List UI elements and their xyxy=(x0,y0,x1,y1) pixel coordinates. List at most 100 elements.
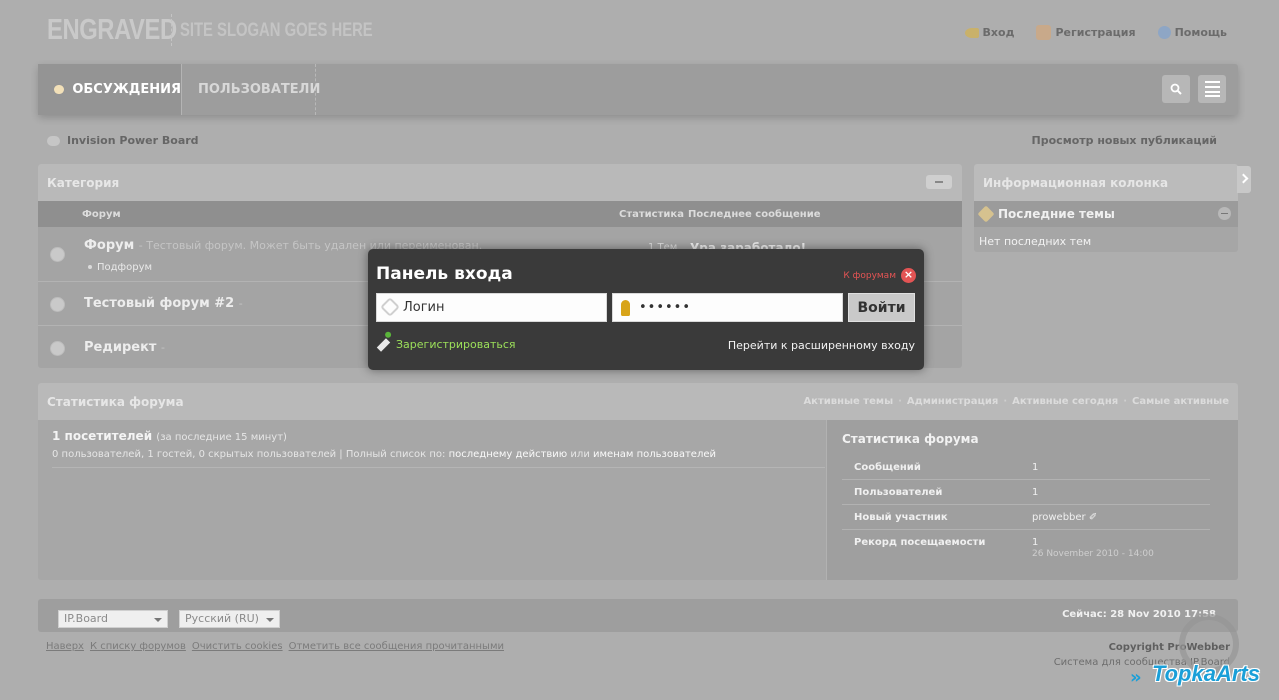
top-links: Вход Регистрация Помощь xyxy=(964,25,1227,40)
forum-name: Редирект xyxy=(84,340,157,355)
forum-link[interactable]: Редирект - xyxy=(84,340,165,355)
online-users-title: 1 посетителей (за последние 15 минут) xyxy=(52,429,287,443)
breadcrumb: Invision Power Board xyxy=(47,134,199,147)
stat-row: Сообщений 1 xyxy=(842,455,1210,480)
category-header: Категория xyxy=(38,164,962,201)
skin-select[interactable]: IP.Board xyxy=(58,610,168,628)
sidebar-block: Информационная колонка Последние темы Не… xyxy=(974,164,1238,252)
help-icon xyxy=(1157,26,1171,39)
language-select[interactable]: Русский (RU) xyxy=(179,610,280,628)
back-to-forums-label: К форумам xyxy=(843,270,896,281)
register-link[interactable]: Зарегистрироваться xyxy=(376,337,516,352)
password-value: •••••• xyxy=(639,300,692,315)
back-to-forums-link[interactable]: К форумам × xyxy=(843,268,916,283)
forum-description: - xyxy=(160,341,165,354)
separator: · xyxy=(1123,396,1128,407)
forum-status-icon xyxy=(50,297,65,312)
forum-description: - xyxy=(238,297,243,310)
site-slogan: SITE SLOGAN GOES HERE xyxy=(180,20,373,41)
back-to-top-link[interactable]: Наверх xyxy=(46,641,84,652)
close-icon[interactable]: × xyxy=(901,268,916,283)
menu-icon xyxy=(1204,81,1220,97)
help-link[interactable]: Помощь xyxy=(1157,25,1227,40)
password-field[interactable]: •••••• xyxy=(612,293,843,322)
stat-row: Новый участник prowebber ✐ xyxy=(842,505,1210,530)
active-topics-link[interactable]: Активные темы xyxy=(803,396,893,407)
stat-value: 1 xyxy=(1032,487,1039,498)
site-logo[interactable]: ENGRAVED xyxy=(47,14,177,47)
menu-button[interactable] xyxy=(1198,75,1226,103)
login-title: Панель входа xyxy=(376,264,513,284)
stat-date: 26 November 2010 - 14:00 xyxy=(1032,549,1154,559)
separator: · xyxy=(1003,396,1008,407)
register-top-link[interactable]: Регистрация xyxy=(1036,25,1136,40)
stat-label: Сообщений xyxy=(854,462,921,473)
forum-link[interactable]: Тестовый форум #2 - xyxy=(84,296,243,311)
stats-links: Активные темы · Администрация · Активные… xyxy=(803,396,1229,407)
slogan-divider xyxy=(171,14,172,46)
tab-discussions-label: ОБСУЖДЕНИЯ xyxy=(72,82,181,97)
mark-all-read-link[interactable]: Отметить все сообщения прочитанными xyxy=(289,641,504,652)
new-posts-link[interactable]: Просмотр новых публикаций xyxy=(1032,134,1217,147)
forum-name: Тестовый форум #2 xyxy=(84,296,235,311)
forum-stats-panel: Статистика форума Сообщений 1 Пользовате… xyxy=(826,420,1238,580)
recent-topics-header: Последние темы xyxy=(974,201,1238,227)
help-label: Помощь xyxy=(1174,26,1227,39)
search-button[interactable] xyxy=(1162,75,1190,103)
collapse-recent-button[interactable] xyxy=(1218,207,1231,220)
stat-label: Пользователей xyxy=(854,487,943,498)
key-icon xyxy=(964,27,979,38)
category-title[interactable]: Категория xyxy=(47,176,119,190)
tag-icon xyxy=(380,297,400,317)
breadcrumb-home[interactable]: Invision Power Board xyxy=(67,134,199,147)
stat-value: 1 xyxy=(1032,462,1039,473)
online-count: 1 посетителей xyxy=(52,429,153,443)
forum-status-icon xyxy=(50,247,65,262)
stat-label: Новый участник xyxy=(854,512,948,523)
stat-value: 1 xyxy=(1032,537,1039,548)
divider xyxy=(52,467,825,468)
online-breakdown: 0 пользователей, 1 гостей, 0 скрытых пол… xyxy=(52,449,446,460)
tab-discussions[interactable]: ОБСУЖДЕНИЯ xyxy=(38,64,182,115)
watermark-logo: TopkaArts xyxy=(1152,661,1260,686)
sidebar-toggle-button[interactable] xyxy=(1237,166,1251,193)
sort-by-name-link[interactable]: именам пользователей xyxy=(593,449,716,460)
forum-status-icon xyxy=(50,341,65,356)
login-panel: Панель входа К форумам × Логин •••••• Во… xyxy=(368,249,924,370)
username-field[interactable]: Логин xyxy=(376,293,607,322)
clipboard-icon xyxy=(1036,25,1052,40)
tab-members[interactable]: ПОЛЬЗОВАТЕЛИ xyxy=(182,64,320,115)
forum-index-link[interactable]: К списку форумов xyxy=(90,641,186,652)
register-label: Зарегистрироваться xyxy=(396,338,516,351)
stats-title: Статистика форума xyxy=(47,394,184,409)
footer-bar: IP.Board Русский (RU) Сейчас: 28 Nov 201… xyxy=(38,599,1238,632)
key-icon xyxy=(621,300,630,316)
newest-member-link[interactable]: prowebber ✐ xyxy=(1032,512,1097,523)
most-active-link[interactable]: Самые активные xyxy=(1132,396,1229,407)
active-today-link[interactable]: Активные сегодня xyxy=(1012,396,1118,407)
collapse-category-button[interactable] xyxy=(926,175,952,189)
advanced-login-link[interactable]: Перейти к расширенному входу xyxy=(728,339,915,352)
stat-row: Рекорд посещаемости 1 26 November 2010 -… xyxy=(842,530,1210,568)
search-icon xyxy=(1170,83,1182,95)
col-forum: Форум xyxy=(82,209,121,220)
subforum-link[interactable]: Подфорум xyxy=(88,262,152,273)
recent-topics-title: Последние темы xyxy=(998,207,1115,221)
sort-by-action-link[interactable]: последнему действию xyxy=(449,449,568,460)
login-submit-button[interactable]: Войти xyxy=(848,293,915,322)
pencil-icon xyxy=(376,337,391,352)
clear-cookies-link[interactable]: Очистить cookies xyxy=(192,641,283,652)
sign-in-label: Вход xyxy=(982,26,1015,39)
speech-bubble-icon xyxy=(47,135,60,146)
watermark-arrows-icon: » xyxy=(1130,667,1142,688)
stats-header: Статистика форума Активные темы · Админи… xyxy=(38,383,1238,420)
footer-links: Наверх К списку форумов Очистить cookies… xyxy=(46,641,504,652)
category-columns: Форум Статистика Последнее сообщение xyxy=(38,201,962,227)
sign-in-link[interactable]: Вход xyxy=(964,25,1015,40)
sidebar-title: Информационная колонка xyxy=(974,164,1238,201)
main-nav: ОБСУЖДЕНИЯ ПОЛЬЗОВАТЕЛИ xyxy=(38,64,1238,115)
tab-members-label: ПОЛЬЗОВАТЕЛИ xyxy=(198,82,321,97)
administration-link[interactable]: Администрация xyxy=(907,396,998,407)
speech-bubble-icon xyxy=(54,85,65,94)
username-value: Логин xyxy=(403,300,445,315)
